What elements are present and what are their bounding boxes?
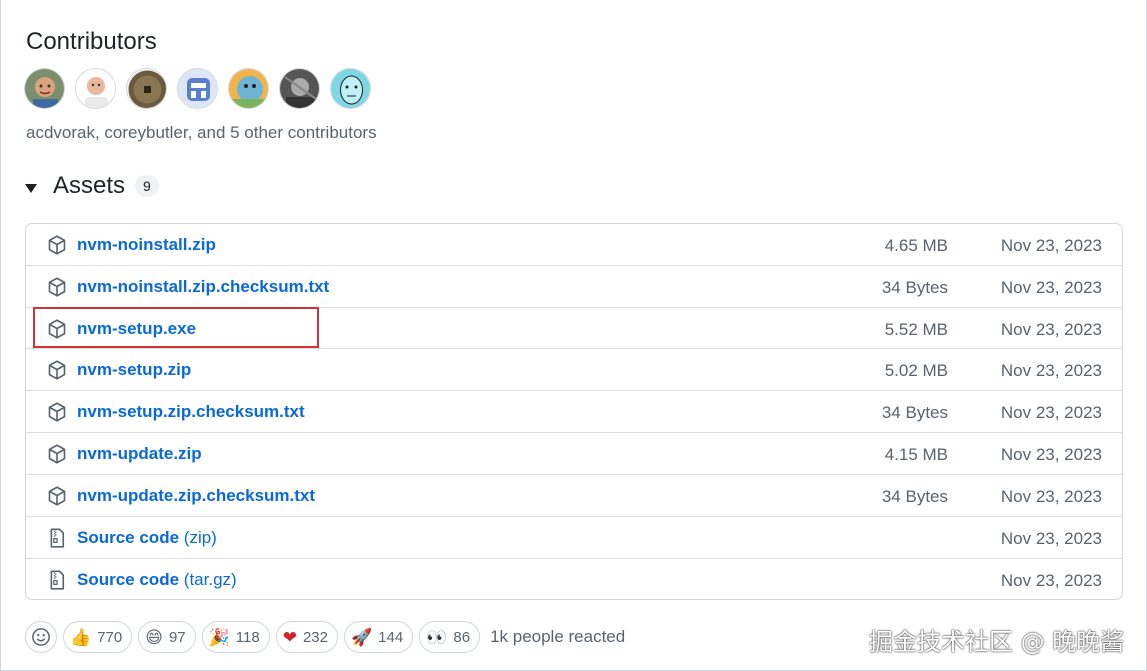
eyes-icon: 👀: [426, 627, 448, 647]
assets-toggle[interactable]: Assets 9: [25, 172, 159, 200]
asset-link[interactable]: nvm-update.zip: [77, 444, 202, 464]
package-icon: [48, 360, 66, 380]
reaction-thumbs-up[interactable]: 👍 770: [63, 621, 133, 653]
heart-icon: ❤: [282, 627, 297, 647]
asset-size: 4.15 MB: [884, 445, 948, 464]
package-icon: [48, 277, 66, 297]
reaction-hooray[interactable]: 🎉 118: [201, 621, 270, 653]
asset-link-label: Source code: [77, 528, 180, 547]
package-icon: [48, 235, 66, 255]
asset-row: Source code (zip) Nov 23, 2023: [26, 516, 1122, 558]
asset-row: nvm-setup.zip 5.02 MB Nov 23, 2023: [26, 348, 1122, 390]
triangle-down-icon[interactable]: [25, 183, 37, 193]
asset-size: 4.65 MB: [884, 236, 948, 255]
asset-link[interactable]: nvm-setup.zip: [77, 360, 191, 380]
avatar-contributor-7[interactable]: [330, 68, 371, 109]
watermark-text: 掘金技术社区 @ 晚晚酱: [869, 628, 1125, 656]
avatar-contributor-5[interactable]: [228, 68, 269, 109]
package-icon: [48, 402, 66, 422]
asset-link-ext: (tar.gz): [183, 570, 237, 589]
package-icon: [48, 444, 66, 464]
asset-date: Nov 23, 2023: [1000, 236, 1102, 255]
asset-row: nvm-update.zip.checksum.txt 34 Bytes Nov…: [26, 474, 1122, 516]
asset-link-ext: (zip): [183, 528, 217, 547]
file-zip-icon: [50, 570, 65, 590]
thumbs-up-icon: 👍: [70, 627, 92, 647]
reaction-count: 97: [168, 628, 186, 646]
reaction-heart[interactable]: ❤ 232: [275, 621, 338, 653]
reaction-count: 770: [97, 628, 123, 646]
release-panel: Contributors acdvorak, coreybutler, and …: [0, 0, 1147, 671]
asset-size: 5.02 MB: [884, 361, 948, 380]
asset-size: 34 Bytes: [881, 278, 948, 297]
asset-date: Nov 23, 2023: [1000, 571, 1102, 590]
asset-date: Nov 23, 2023: [1000, 529, 1102, 548]
reactions-summary: 1k people reacted: [490, 627, 626, 646]
asset-link[interactable]: nvm-setup.zip.checksum.txt: [77, 402, 305, 422]
asset-size: 34 Bytes: [881, 403, 948, 422]
source-code-targz-link[interactable]: Source code (tar.gz): [77, 570, 237, 590]
asset-date: Nov 23, 2023: [1000, 487, 1102, 506]
rocket-icon: 🚀: [351, 627, 373, 647]
asset-row: nvm-setup.zip.checksum.txt 34 Bytes Nov …: [26, 390, 1122, 432]
contributors-heading: Contributors: [26, 28, 157, 55]
reaction-count: 86: [453, 628, 471, 646]
asset-date: Nov 23, 2023: [1000, 278, 1102, 297]
hooray-icon: 🎉: [208, 627, 230, 647]
avatar-acdvorak[interactable]: [24, 68, 65, 109]
asset-link[interactable]: nvm-noinstall.zip.checksum.txt: [77, 277, 329, 297]
asset-row: nvm-noinstall.zip 4.65 MB Nov 23, 2023: [26, 224, 1122, 266]
highlight-box: [33, 307, 319, 348]
asset-size: 34 Bytes: [881, 487, 948, 506]
reaction-count: 144: [378, 628, 404, 646]
reaction-laugh[interactable]: 😄 97: [138, 621, 196, 653]
avatar-coreybutler[interactable]: [75, 68, 116, 109]
asset-date: Nov 23, 2023: [1000, 445, 1102, 464]
assets-heading: Assets: [53, 172, 126, 199]
contributor-avatars: [24, 68, 371, 109]
asset-link[interactable]: nvm-noinstall.zip: [77, 235, 216, 255]
assets-count-badge: 9: [135, 175, 159, 197]
asset-link[interactable]: nvm-update.zip.checksum.txt: [77, 486, 315, 506]
avatar-contributor-6[interactable]: [279, 68, 320, 109]
file-zip-icon: [50, 528, 65, 548]
source-code-zip-link[interactable]: Source code (zip): [77, 528, 217, 548]
contributors-summary: acdvorak, coreybutler, and 5 other contr…: [26, 123, 377, 142]
add-reaction-button[interactable]: [25, 621, 57, 653]
laugh-icon: 😄: [145, 627, 163, 647]
package-icon: [48, 486, 66, 506]
reactions-bar: 👍 770 😄 97 🎉 118 ❤ 232 🚀 144 👀 86 1k people re…: [25, 621, 625, 653]
asset-row: nvm-update.zip 4.15 MB Nov 23, 2023: [26, 432, 1122, 474]
reaction-rocket[interactable]: 🚀 144: [344, 621, 414, 653]
reaction-count: 232: [302, 628, 328, 646]
assets-list: nvm-noinstall.zip 4.65 MB Nov 23, 2023 n…: [25, 223, 1123, 600]
asset-link-label: Source code: [77, 570, 180, 589]
smiley-icon: [32, 628, 50, 646]
asset-date: Nov 23, 2023: [1000, 361, 1102, 380]
reaction-count: 118: [235, 628, 260, 646]
asset-row: nvm-noinstall.zip.checksum.txt 34 Bytes …: [26, 265, 1122, 307]
asset-date: Nov 23, 2023: [1000, 403, 1102, 422]
asset-size: 5.52 MB: [884, 320, 948, 339]
asset-row: Source code (tar.gz) Nov 23, 2023: [26, 558, 1122, 600]
avatar-contributor-3[interactable]: [126, 68, 167, 109]
asset-date: Nov 23, 2023: [1000, 320, 1102, 339]
reaction-eyes[interactable]: 👀 86: [419, 621, 481, 653]
avatar-contributor-4[interactable]: [177, 68, 218, 109]
